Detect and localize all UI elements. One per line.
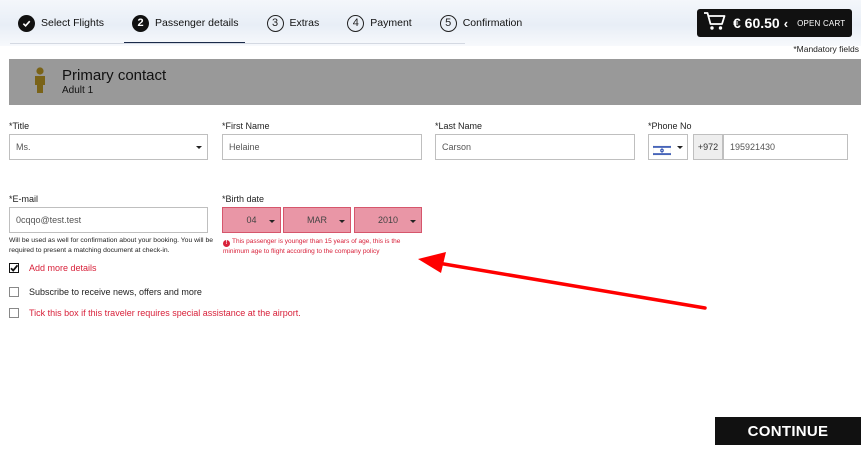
continue-button[interactable]: CONTINUE <box>715 417 861 445</box>
annotation-arrow <box>418 252 707 310</box>
